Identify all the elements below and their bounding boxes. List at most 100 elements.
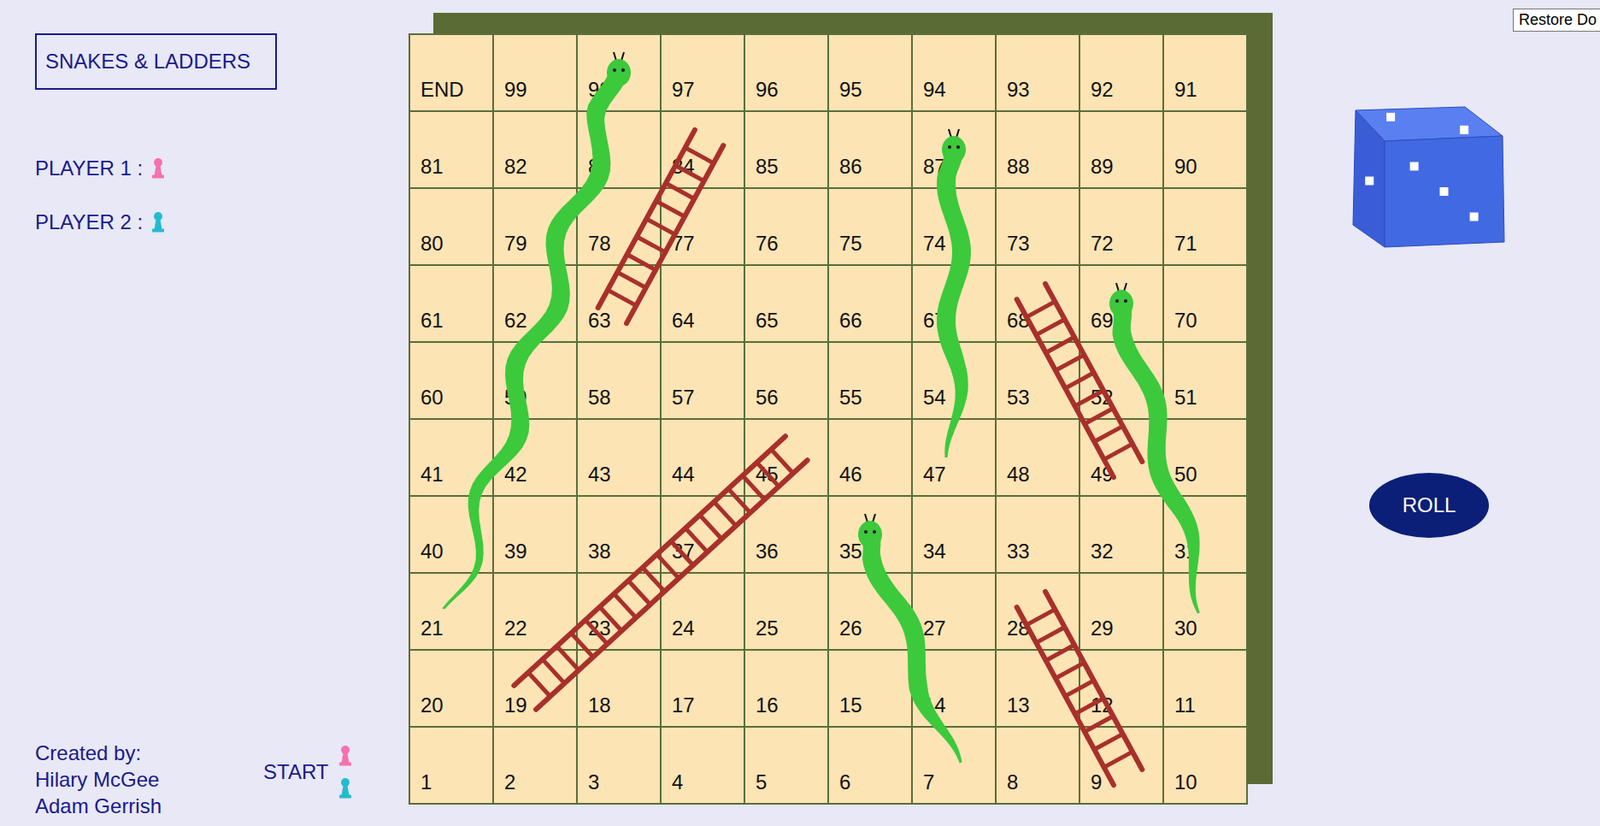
board-cell: 89	[1080, 111, 1163, 188]
board-cell: 40	[410, 496, 493, 572]
cell-number: 38	[588, 539, 612, 564]
ladder	[513, 435, 807, 710]
board-cell: 80	[410, 188, 493, 265]
cell-number: 82	[504, 154, 528, 179]
board-cell: 98	[577, 35, 660, 111]
cell-number: 48	[1006, 462, 1030, 487]
cell-number: 15	[839, 693, 863, 718]
cell-number: 65	[755, 308, 779, 333]
cell-number: 61	[420, 308, 444, 333]
die-icon[interactable]	[1352, 105, 1506, 251]
board-cell: 74	[912, 188, 995, 265]
cell-number: 76	[755, 231, 779, 256]
cell-number: 3	[588, 770, 600, 795]
cell-number: 26	[839, 616, 863, 641]
board-cell: 73	[996, 188, 1079, 265]
cell-number: 12	[1090, 693, 1114, 718]
board-cell: 48	[996, 419, 1079, 495]
cell-number: END	[420, 77, 465, 102]
board-cell: 75	[829, 188, 912, 265]
cell-number: 21	[420, 616, 444, 641]
board-cell: 72	[1080, 188, 1163, 265]
cell-number: 30	[1174, 616, 1198, 641]
cell-number: 36	[755, 539, 779, 564]
board-cell: 37	[661, 496, 744, 572]
pawn-icon[interactable]	[338, 776, 353, 800]
cell-number: 90	[1174, 154, 1198, 179]
cell-number: 50	[1174, 462, 1198, 487]
cell-number: 20	[420, 693, 444, 718]
cell-number: 34	[923, 539, 947, 564]
board-cell: 11	[1164, 650, 1247, 726]
cell-number: 55	[839, 385, 863, 410]
cell-number: 72	[1090, 231, 1114, 256]
board-cell: 18	[577, 650, 660, 726]
tooltip: Restore Do	[1512, 8, 1600, 32]
credit-line: Created by:	[35, 739, 264, 766]
cell-number: 96	[755, 77, 779, 102]
cell-number: 60	[420, 385, 444, 410]
board-cell: 30	[1164, 573, 1247, 649]
cell-number: 46	[839, 462, 863, 487]
board-cell: 10	[1164, 727, 1247, 803]
player-row: PLAYER 1 :	[35, 151, 409, 186]
cell-number: 41	[420, 462, 444, 487]
board-cell: 36	[745, 496, 828, 572]
cell-number: 24	[671, 616, 695, 641]
board-cell: 58	[577, 342, 660, 418]
cell-number: 94	[923, 77, 947, 102]
cell-number: 29	[1090, 616, 1114, 641]
cell-number: 17	[671, 693, 695, 718]
footer-block: Created by:Hilary McGeeAdam GerrishSTART	[35, 739, 409, 819]
board-cell: 50	[1164, 419, 1247, 495]
credit-line: Adam Gerrish	[35, 792, 264, 819]
cell-number: 42	[504, 462, 528, 487]
board-cell: 78	[577, 188, 660, 265]
start-area: START	[263, 744, 353, 800]
board-cell: 17	[661, 650, 744, 726]
board-cell: 3	[577, 727, 660, 803]
cell-number: 53	[1006, 385, 1030, 410]
cell-number: 43	[588, 462, 612, 487]
cell-number: 28	[1006, 616, 1030, 641]
pawn-icon[interactable]	[338, 744, 353, 767]
player-list: PLAYER 1 :PLAYER 2 :	[35, 151, 409, 240]
board-cell: 94	[912, 35, 995, 111]
cell-number: 19	[504, 693, 528, 718]
board-cell: 42	[494, 419, 577, 495]
side-panel: SNAKES & LADDERSPLAYER 1 :PLAYER 2 :Crea…	[0, 0, 409, 826]
board-cell: 31	[1164, 496, 1247, 572]
cell-number: 25	[755, 616, 779, 641]
board-cell: 4	[661, 727, 744, 803]
board-cell: 6	[829, 727, 912, 803]
board-cell: 38	[577, 496, 660, 572]
roll-button[interactable]: ROLL	[1369, 472, 1489, 538]
cell-number: 83	[588, 154, 612, 179]
board-cell: 59	[494, 342, 577, 418]
pawn-icon	[151, 211, 165, 234]
cell-number: 39	[504, 539, 528, 564]
board-cell: 16	[745, 650, 828, 726]
board-cell: 32	[1080, 496, 1163, 572]
cell-number: 74	[923, 231, 947, 256]
control-panel: ROLL	[1247, 0, 1600, 826]
board-cell: 13	[996, 650, 1079, 726]
board-cell: 51	[1164, 342, 1247, 418]
cell-number: 9	[1090, 770, 1102, 795]
snake	[1109, 282, 1200, 614]
cell-number: 31	[1174, 539, 1198, 564]
board-cell: 41	[410, 419, 493, 495]
board-cell: 66	[829, 265, 912, 342]
cell-number: 75	[839, 231, 863, 256]
cell-number: 93	[1006, 77, 1030, 102]
board-cell: 81	[410, 111, 493, 188]
start-label: START	[263, 759, 329, 784]
board-cell: 12	[1080, 650, 1163, 726]
cell-number: 68	[1006, 308, 1030, 333]
cell-number: 87	[923, 154, 947, 179]
cell-number: 64	[671, 308, 695, 333]
board-cell: 96	[745, 35, 828, 111]
cell-number: 80	[420, 231, 444, 256]
board-cell: 28	[996, 573, 1079, 649]
cell-number: 13	[1006, 693, 1030, 718]
